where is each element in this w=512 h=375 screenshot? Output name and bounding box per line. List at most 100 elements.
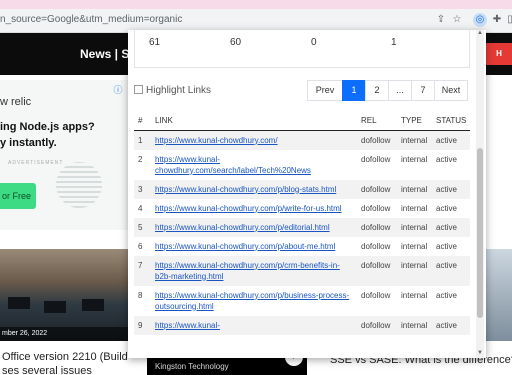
row-link-cell: https://www.kunal-chowdhury.com/p/write-…	[151, 199, 357, 218]
row-number-cell: 5	[134, 217, 151, 237]
photo-detail	[82, 299, 104, 311]
row-link[interactable]: https://www.kunal-chowdhury.com/p/busine…	[155, 291, 349, 311]
scroll-up-icon[interactable]: ▲	[476, 30, 484, 38]
ad-text-line: ing Node.js apps?	[0, 121, 95, 133]
row-number-cell: 7	[134, 255, 151, 286]
row-link[interactable]: https://www.kunal-	[155, 321, 220, 330]
column-header: TYPE	[397, 112, 432, 131]
row-link-cell: https://www.kunal-chowdhury.com/p/crm-be…	[151, 255, 357, 286]
row-status-cell: active	[436, 203, 457, 213]
row-link-cell: https://www.kunal-chowdhury.com/p/busine…	[151, 286, 357, 316]
browser-toolbar: n_source=Google&utm_medium=organic ⇪ ☆ ◎…	[0, 0, 512, 33]
stat-value: 61	[149, 37, 161, 48]
table-row: 6 https://www.kunal-chowdhury.com/p/about…	[134, 237, 470, 256]
row-status-cell: active	[432, 217, 470, 237]
story-photo[interactable]: mber 26, 2022	[0, 249, 128, 341]
row-rel-cell: dofollow	[357, 315, 397, 335]
table-row: 7 https://www.kunal-chowdhury.com/p/crm-b…	[134, 255, 470, 286]
pager-next-button[interactable]: Next	[434, 80, 468, 101]
table-row: 8 https://www.kunal-chowdhury.com/p/busin…	[134, 286, 470, 316]
row-type-cell: internal	[401, 241, 428, 251]
row-link[interactable]: https://www.kunal-chowdhury.com/	[155, 136, 278, 145]
row-link-cell: https://www.kunal-chowdhury.com/p/about-…	[151, 237, 357, 256]
pager-page-1[interactable]: 1	[342, 80, 366, 101]
row-type-cell: internal	[397, 315, 432, 335]
address-bar-url[interactable]: n_source=Google&utm_medium=organic	[0, 14, 182, 25]
table-row: 5 https://www.kunal-chowdhury.com/p/edito…	[134, 217, 470, 237]
row-type-cell: internal	[397, 179, 432, 199]
row-status-cell: active	[432, 130, 470, 150]
ad-headline: w relic	[0, 96, 32, 108]
row-type-cell: internal	[401, 154, 428, 164]
row-link-cell: https://www.kunal-chowdhury.com/p/editor…	[151, 217, 357, 237]
row-rel-cell: dofollow	[361, 154, 391, 164]
column-header: #	[134, 112, 151, 131]
link-checker-popup: 61 60 0 1 Highlight Links Prev 1 2 ... 7…	[128, 30, 486, 358]
popup-scrollbar[interactable]: ▲ ▼	[476, 30, 484, 358]
row-type-cell: internal	[397, 130, 432, 150]
story-title-line: ses several issues	[2, 365, 92, 375]
story-date: mber 26, 2022	[0, 327, 128, 341]
story-title-line: Office version 2210 (Build	[2, 351, 128, 363]
sidepanel-icon[interactable]: ▯	[504, 14, 512, 26]
row-link[interactable]: https://www.kunal-chowdhury.com/p/crm-be…	[155, 261, 340, 281]
pager-page-2[interactable]: 2	[365, 80, 389, 101]
row-type-cell: internal	[397, 255, 432, 286]
row-status-cell: active	[432, 315, 470, 335]
table-row: 3 https://www.kunal-chowdhury.com/p/blog-…	[134, 179, 470, 199]
row-link[interactable]: https://www.kunal-chowdhury.com/search/l…	[155, 155, 311, 175]
pager-prev-button[interactable]: Prev	[307, 80, 343, 101]
row-type-cell: internal	[401, 290, 428, 300]
extension-active-icon[interactable]: ◎	[473, 13, 487, 27]
row-link[interactable]: https://www.kunal-chowdhury.com/p/blog-s…	[155, 185, 336, 194]
column-header: LINK	[151, 112, 357, 131]
row-number-cell: 8	[138, 290, 143, 300]
advertisement[interactable]: w relic ing Node.js apps? y instantly. A…	[0, 80, 128, 230]
puzzle-icon[interactable]: ✚	[491, 14, 503, 26]
column-header: REL	[357, 112, 397, 131]
row-number-cell: 6	[138, 241, 143, 251]
table-row: 9 https://www.kunal-dofollow internal activ…	[134, 315, 470, 335]
row-status-cell: active	[436, 290, 457, 300]
stats-row: 61 60 0 1	[134, 30, 470, 68]
row-link[interactable]: https://www.kunal-chowdhury.com/p/editor…	[155, 223, 330, 232]
row-status-cell: active	[432, 179, 470, 199]
star-icon[interactable]: ☆	[451, 14, 463, 26]
row-link-cell: https://www.kunal-chowdhury.com/p/blog-s…	[151, 179, 357, 199]
row-rel-cell: dofollow	[361, 290, 391, 300]
row-number-cell: 4	[138, 203, 143, 213]
subscribe-button[interactable]: H	[486, 43, 512, 65]
table-row: 2 https://www.kunal-chowdhury.com/search/…	[134, 150, 470, 180]
ad-watermark: ADVERTISEMENT	[8, 160, 64, 166]
links-table: # LINK REL TYPE STATUS 1 https://www.kuna…	[134, 112, 470, 335]
pager-page-7[interactable]: 7	[411, 80, 435, 101]
ad-graphic	[56, 162, 102, 208]
row-rel-cell: dofollow	[357, 255, 397, 286]
checkbox[interactable]	[134, 85, 143, 94]
stat-value: 60	[230, 37, 242, 48]
story-title[interactable]: Office version 2210 (Build ses several i…	[2, 350, 128, 375]
row-status-cell: active	[436, 241, 457, 251]
row-rel-cell: dofollow	[357, 179, 397, 199]
row-rel-cell: dofollow	[361, 241, 391, 251]
row-link[interactable]: https://www.kunal-chowdhury.com/p/write-…	[155, 204, 342, 213]
highlight-links-toggle[interactable]: Highlight Links	[134, 85, 211, 96]
ad-cta-button[interactable]: or Free	[0, 183, 36, 209]
row-status-cell: active	[436, 154, 457, 164]
scroll-down-icon[interactable]: ▼	[476, 350, 484, 358]
photo-detail	[8, 297, 30, 309]
scrollbar-thumb[interactable]	[477, 148, 483, 318]
row-link[interactable]: https://www.kunal-chowdhury.com/p/about-…	[155, 242, 335, 251]
column-header: STATUS	[432, 112, 470, 131]
ad-close-icon[interactable]: ⓘ	[112, 84, 124, 96]
photo-detail	[44, 301, 66, 313]
row-number-cell: 2	[138, 154, 143, 164]
tab-strip	[0, 0, 512, 9]
table-row: 1 https://www.kunal-chowdhury.com/dofollo…	[134, 130, 470, 150]
row-number-cell: 9	[134, 315, 151, 335]
table-header-row: # LINK REL TYPE STATUS	[134, 112, 470, 131]
row-number-cell: 3	[134, 179, 151, 199]
share-icon[interactable]: ⇪	[435, 14, 447, 26]
story-photo[interactable]	[486, 249, 512, 341]
ad-brand: Kingston Technology	[155, 362, 229, 371]
